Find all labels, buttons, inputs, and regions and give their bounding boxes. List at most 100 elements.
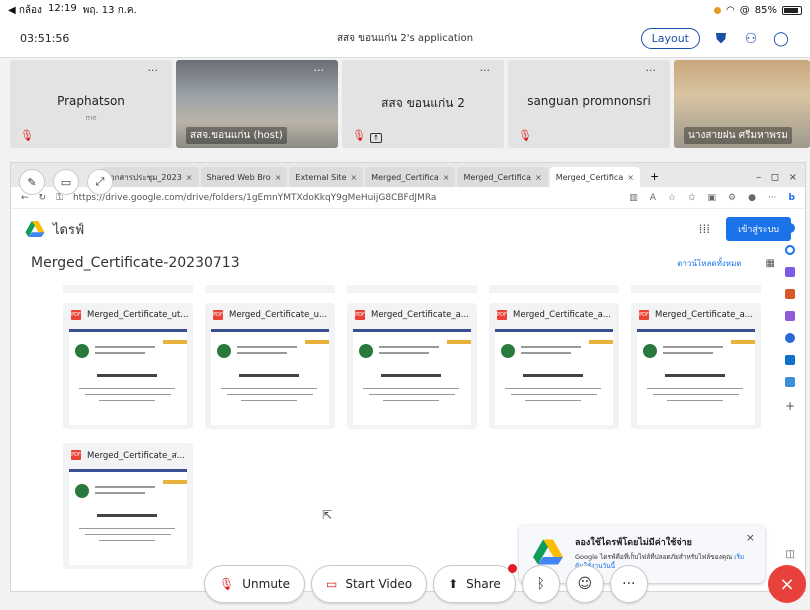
participants-icon[interactable]: ⚇	[742, 30, 760, 48]
file-name: Merged_Certificate_a...	[513, 310, 611, 320]
bluetooth-button[interactable]: ᛒ	[521, 565, 560, 603]
unmute-label: Unmute	[242, 577, 291, 591]
muted-mic-icon: 🎙︎	[352, 129, 366, 142]
grid-view-icon[interactable]: ▦	[766, 258, 775, 269]
chat-bubble-icon[interactable]: ◯	[772, 30, 790, 48]
close-icon: ×	[779, 573, 795, 595]
reader-icon[interactable]: ▥	[629, 193, 638, 203]
participant-tile-1[interactable]: ··· Praphatson me 🎙︎	[10, 60, 172, 148]
pdf-icon: PDF	[497, 310, 507, 320]
notification-icon[interactable]	[785, 223, 795, 233]
browser-tab[interactable]: Merged_Certifica ×	[365, 167, 456, 187]
people-icon[interactable]	[785, 311, 795, 321]
participant-tile-3[interactable]: ··· สสจ ขอนแก่น 2 🎙︎ ↑	[342, 60, 504, 148]
download-all-link[interactable]: ดาวน์โหลดทั้งหมด	[677, 257, 741, 270]
tab-label: Merged_Certifica	[463, 172, 531, 182]
browser-tab[interactable]: Shared Web Bro ×	[200, 167, 288, 187]
back-to-app[interactable]: ◀ กล้อง	[8, 3, 42, 18]
profile-icon[interactable]: ●	[748, 193, 756, 203]
browser-tab-active[interactable]: Merged_Certifica ×	[549, 167, 640, 187]
expand-icon[interactable]: ⤢	[87, 169, 113, 195]
share-button[interactable]: ⬆ Share	[433, 564, 517, 603]
tab-label: Merged_Certifica	[371, 172, 439, 182]
recording-dot-icon	[714, 6, 722, 14]
seal-icon	[217, 344, 231, 358]
sidebar-toggle-icon[interactable]: ◫	[786, 549, 795, 560]
new-tab-icon[interactable]: +	[642, 170, 667, 187]
apps-grid-icon[interactable]: ⁞⁞⁞	[699, 222, 710, 236]
close-icon[interactable]: ×	[746, 531, 755, 544]
pen-annotate-icon[interactable]: ✎	[19, 169, 45, 195]
search-icon[interactable]	[785, 245, 795, 255]
close-icon[interactable]: ×	[186, 173, 193, 182]
more-options-icon[interactable]: ···	[646, 64, 657, 77]
file-card[interactable]: PDF Merged_Certificate_ส...	[63, 443, 193, 569]
unmute-button[interactable]: 🎙︎ Unmute	[204, 565, 306, 603]
close-icon[interactable]: ×	[275, 173, 282, 182]
address-bar[interactable]: ← ↻ ⚿ https://drive.google.com/drive/fol…	[11, 187, 805, 209]
tab-label: Shared Web Bro	[206, 172, 271, 182]
collections-icon[interactable]: ▣	[708, 193, 717, 203]
google-drive-logo-icon	[533, 539, 563, 565]
bing-icon[interactable]: b	[789, 193, 795, 203]
browser-toolbar-icons: ▥ A ☆ ✩ ▣ ⚙ ● ··· b	[629, 193, 795, 203]
file-card[interactable]: PDF Merged_Certificate_a...	[631, 303, 761, 429]
more-options-icon[interactable]: ···	[480, 64, 491, 77]
security-shield-icon[interactable]: ⛊	[712, 30, 730, 48]
participant-tile-2[interactable]: ··· สสจ.ขอนแก่น (host)	[176, 60, 338, 148]
close-icon[interactable]: ×	[535, 173, 542, 182]
participant-tile-5[interactable]: นางสายฝน ศรีมหาพรม	[674, 60, 810, 148]
file-card[interactable]: PDF Merged_Certificate_a...	[347, 303, 477, 429]
seal-icon	[643, 344, 657, 358]
games-icon[interactable]	[785, 333, 795, 343]
tab-label: External Site	[295, 172, 347, 182]
tab-label: เอกสารประชุม_2023	[107, 172, 182, 182]
layout-button[interactable]: Layout	[640, 28, 700, 49]
browser-tab[interactable]: External Site ×	[289, 167, 364, 187]
browser-tab[interactable]: Merged_Certifica ×	[457, 167, 548, 187]
battery-percent: 85%	[754, 4, 777, 16]
more-options-icon[interactable]: ···	[314, 64, 325, 77]
file-card[interactable]: PDF Merged_Certificate_u...	[205, 303, 335, 429]
file-thumbnail	[211, 329, 329, 425]
more-button[interactable]: ···	[609, 565, 648, 603]
add-icon[interactable]: +	[785, 399, 795, 413]
participant-subtitle: me	[85, 114, 97, 122]
extensions-icon[interactable]: ⚙	[728, 193, 736, 203]
start-video-button[interactable]: ▭ Start Video	[311, 565, 428, 603]
participant-tile-4[interactable]: ··· sanguan promnonsri 🎙︎	[508, 60, 670, 148]
read-aloud-icon[interactable]: A	[650, 193, 656, 203]
wifi-icon: ◠	[726, 4, 735, 16]
pdf-icon: PDF	[71, 310, 81, 320]
reactions-button[interactable]: ☺	[565, 565, 604, 603]
muted-mic-icon: 🎙︎	[20, 129, 34, 142]
close-icon[interactable]: ×	[350, 173, 357, 182]
telegram-icon[interactable]	[785, 377, 795, 387]
more-options-icon[interactable]: ···	[148, 64, 159, 77]
file-name: Merged_Certificate_a...	[371, 310, 469, 320]
file-name: Merged_Certificate_a...	[655, 310, 753, 320]
shopping-icon[interactable]	[785, 289, 795, 299]
tag-icon[interactable]	[785, 267, 795, 277]
file-thumbnail	[495, 329, 613, 425]
start-video-label: Start Video	[345, 577, 413, 591]
outlook-icon[interactable]	[785, 355, 795, 365]
pdf-icon: PDF	[213, 310, 223, 320]
status-date: พฤ. 13 ก.ค.	[82, 4, 137, 16]
menu-dots-icon[interactable]: ···	[768, 193, 777, 203]
browser-tab[interactable]: เอกสารประชุม_2023 ×	[101, 167, 199, 187]
file-name: Merged_Certificate_ส...	[87, 451, 185, 461]
file-card[interactable]: PDF Merged_Certificate_ut...	[63, 303, 193, 429]
url-text[interactable]: https://drive.google.com/drive/folders/1…	[73, 193, 436, 203]
window-controls[interactable]: – ◻ ×	[748, 172, 805, 187]
meeting-timer: 03:51:56	[20, 32, 70, 45]
favorites-icon[interactable]: ✩	[688, 193, 696, 203]
leave-meeting-button[interactable]: ×	[768, 565, 806, 603]
participant-strip: ··· Praphatson me 🎙︎ ··· สสจ.ขอนแก่น (ho…	[10, 60, 810, 150]
shared-screen: เอกสารประชุม_2023 × Shared Web Bro × Exter…	[10, 162, 806, 592]
file-card[interactable]: PDF Merged_Certificate_a...	[489, 303, 619, 429]
favorite-star-icon[interactable]: ☆	[668, 193, 676, 203]
close-icon[interactable]: ×	[627, 173, 634, 182]
remote-screen-icon[interactable]: ▭	[53, 169, 79, 195]
close-icon[interactable]: ×	[443, 173, 450, 182]
